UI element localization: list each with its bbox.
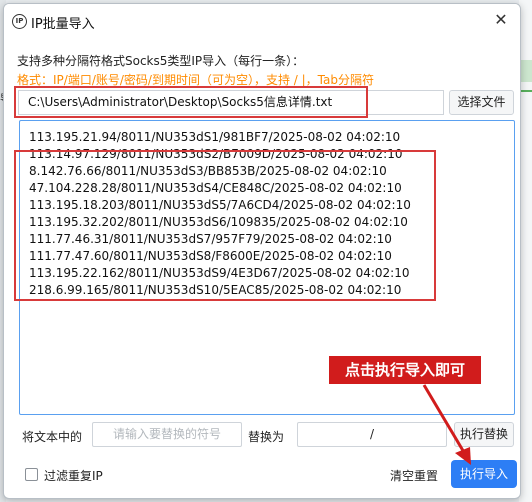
find-label: 将文本中的 xyxy=(22,430,83,444)
execute-import-button[interactable]: 执行导入 xyxy=(451,460,517,488)
ip-line: 8.142.76.66/8011/NU353dS3/BB853B/2025-08… xyxy=(29,164,387,178)
ip-line: 111.77.47.60/8011/NU353dS8/F8600E/2025-0… xyxy=(29,249,392,263)
filter-duplicate-checkbox[interactable] xyxy=(25,468,38,481)
ip-line: 111.77.46.31/8011/NU353dS7/957F79/2025-0… xyxy=(29,232,392,246)
background-green-block xyxy=(521,60,532,82)
ip-line: 113.195.32.202/8011/NU353dS6/109835/2025… xyxy=(29,215,408,229)
ip-line: 113.14.97.129/8011/NU353dS2/B7009D/2025-… xyxy=(29,147,403,161)
filter-duplicate-label[interactable]: 过滤重复IP xyxy=(44,467,103,484)
choose-file-button[interactable]: 选择文件 xyxy=(449,90,514,115)
background-green-line xyxy=(521,90,532,92)
ip-line: 113.195.21.94/8011/NU353dS1/981BF7/2025-… xyxy=(29,130,401,144)
window-title: IP批量导入 xyxy=(31,17,95,32)
ip-line: 113.195.22.162/8011/NU353dS9/4E3D67/2025… xyxy=(29,266,410,280)
ip-app-icon: IP xyxy=(12,14,27,29)
ip-import-dialog: IP IP批量导入 ✕ 支持多种分隔符格式Socks5类型IP导入（每行一条）：… xyxy=(3,3,521,499)
title-bar: IP IP批量导入 ✕ xyxy=(4,4,520,37)
ip-line: 218.6.99.165/8011/NU353dS10/5EAC85/2025-… xyxy=(29,283,402,297)
execute-replace-button[interactable]: 执行替换 xyxy=(454,422,514,447)
replace-with-label: 替换为 xyxy=(248,430,285,444)
ip-line: 113.195.18.203/8011/NU353dS5/7A6CD4/2025… xyxy=(29,198,411,212)
find-symbol-input[interactable]: 请输入要替换的符号 xyxy=(92,422,242,447)
instruction-description: 支持多种分隔符格式Socks5类型IP导入（每行一条）： xyxy=(17,54,305,68)
ip-line: 47.104.228.28/8011/NU353dS4/CE848C/2025-… xyxy=(29,181,402,195)
clear-reset-button[interactable]: 清空重置 xyxy=(390,467,438,484)
instruction-callout: 点击执行导入即可 xyxy=(329,356,481,384)
replace-with-input[interactable]: / xyxy=(297,422,447,447)
close-button[interactable]: ✕ xyxy=(488,8,514,32)
format-hint: 格式：IP/端口/账号/密码/到期时间（可为空），支持 / |，Tab分隔符 xyxy=(17,73,374,87)
file-path-field[interactable]: C:\Users\Administrator\Desktop\Socks5信息详… xyxy=(18,90,444,115)
